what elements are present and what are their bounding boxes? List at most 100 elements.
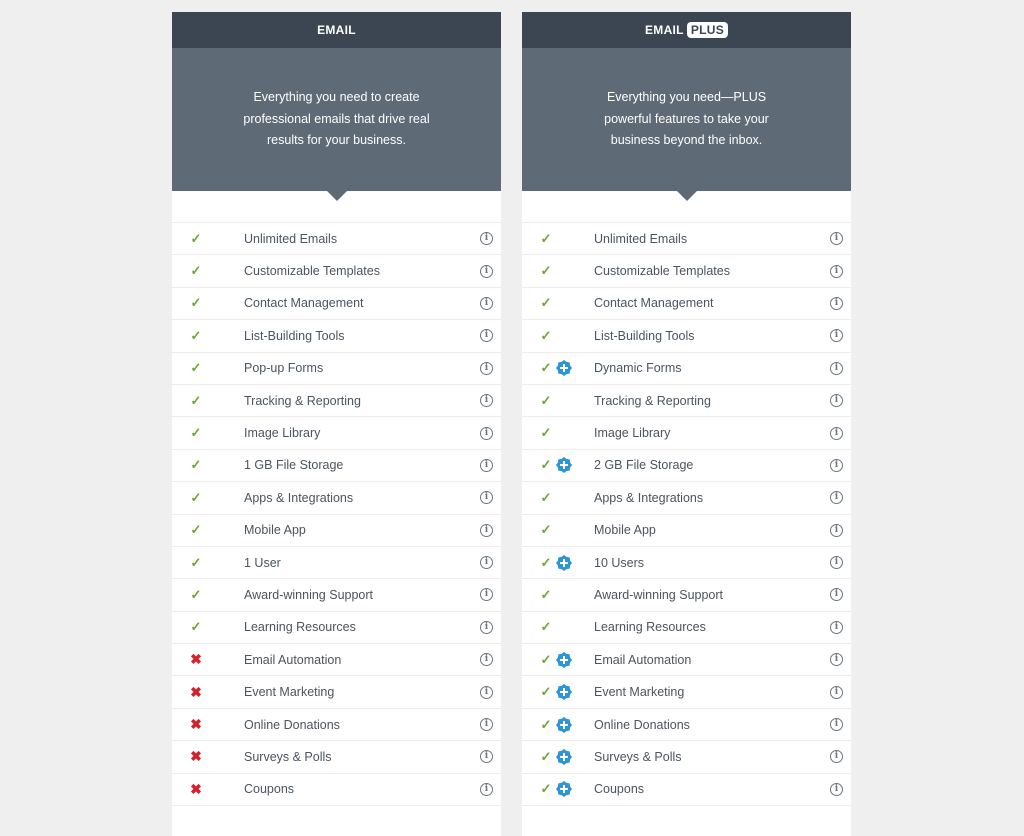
feature-label: Dynamic Forms (594, 361, 682, 376)
info-icon[interactable]: i (480, 458, 493, 472)
info-icon[interactable]: i (480, 296, 493, 310)
plus-feature-icon (556, 781, 572, 798)
feature-label: Email Automation (244, 652, 342, 667)
check-icon: ✓ (540, 651, 552, 667)
feature-row: ✓ Customizable Templates i (522, 255, 851, 288)
feature-list: ✓ Unlimited Emails i ✓ Customizable Template… (522, 222, 851, 807)
info-icon[interactable]: i (480, 718, 493, 732)
feature-label: Customizable Templates (244, 264, 380, 279)
info-icon[interactable]: i (480, 620, 493, 634)
check-icon: ✓ (540, 781, 552, 797)
check-icon: ✓ (190, 230, 202, 246)
check-icon: ✓ (540, 554, 552, 570)
plan-name: EMAIL (317, 23, 356, 37)
info-icon[interactable]: i (830, 329, 843, 343)
info-icon[interactable]: i (830, 620, 843, 634)
feature-label: Mobile App (594, 523, 656, 538)
info-icon[interactable]: i (830, 394, 843, 408)
plus-feature-icon (556, 716, 572, 733)
info-icon[interactable]: i (480, 653, 493, 667)
info-icon[interactable]: i (480, 232, 493, 246)
plan-description: Everything you need—PLUS powerful featur… (522, 48, 851, 201)
info-icon[interactable]: i (830, 426, 843, 440)
info-icon[interactable]: i (830, 685, 843, 699)
feature-label: Email Automation (594, 652, 692, 667)
feature-label: Tracking & Reporting (244, 393, 361, 408)
plus-feature-icon (556, 651, 572, 668)
check-icon: ✓ (540, 586, 552, 602)
plan-header: EMAIL (172, 12, 501, 48)
info-icon[interactable]: i (480, 556, 493, 570)
check-icon: ✓ (540, 392, 552, 408)
feature-row: ✓ Dynamic Forms i (522, 353, 851, 385)
info-icon[interactable]: i (830, 296, 843, 310)
info-icon[interactable]: i (830, 264, 843, 278)
info-icon[interactable]: i (480, 329, 493, 343)
info-icon[interactable]: i (480, 588, 493, 602)
feature-row: ✓ Tracking & Reporting i (172, 385, 501, 418)
info-icon[interactable]: i (480, 264, 493, 278)
check-icon: ✓ (190, 295, 202, 311)
info-icon[interactable]: i (480, 426, 493, 440)
feature-row: ✓ 10 Users i (522, 547, 851, 580)
feature-label: Online Donations (594, 717, 690, 732)
check-icon: ✓ (190, 360, 202, 376)
info-icon[interactable]: i (830, 458, 843, 472)
check-icon: ✓ (540, 295, 552, 311)
info-icon[interactable]: i (830, 588, 843, 602)
info-icon[interactable]: i (830, 556, 843, 570)
feature-label: List-Building Tools (594, 328, 695, 343)
feature-label: Contact Management (594, 296, 714, 311)
plan-header: EMAIL PLUS (522, 12, 851, 48)
feature-label: Apps & Integrations (244, 490, 354, 505)
plus-feature-icon (556, 554, 572, 571)
feature-row: ✓ Apps & Integrations i (172, 482, 501, 515)
feature-label: Tracking & Reporting (594, 393, 711, 408)
check-icon: ✓ (190, 457, 202, 473)
feature-row: ✓ List-Building Tools i (172, 320, 501, 353)
info-icon[interactable]: i (830, 491, 843, 505)
plan-card-email: EMAIL Everything you need to create prof… (172, 12, 501, 836)
plus-feature-icon (556, 748, 572, 765)
plan-card-email-plus: EMAIL PLUS Everything you need—PLUS powe… (522, 12, 851, 836)
feature-label: Mobile App (244, 523, 306, 538)
cross-icon: ✖ (190, 651, 202, 668)
check-icon: ✓ (540, 360, 552, 376)
feature-row: ✓ Tracking & Reporting i (522, 385, 851, 418)
feature-label: Contact Management (244, 296, 364, 311)
plus-feature-icon (556, 360, 572, 377)
info-icon[interactable]: i (480, 394, 493, 408)
info-icon[interactable]: i (830, 653, 843, 667)
plan-description: Everything you need to create profession… (172, 48, 501, 201)
check-icon: ✓ (190, 586, 202, 602)
feature-label: Event Marketing (244, 685, 335, 700)
check-icon: ✓ (540, 457, 552, 473)
info-icon[interactable]: i (830, 523, 843, 537)
info-icon[interactable]: i (480, 491, 493, 505)
feature-label: Coupons (244, 782, 295, 797)
info-icon[interactable]: i (480, 361, 493, 375)
feature-row: ✖ Event Marketing i (172, 676, 501, 709)
info-icon[interactable]: i (830, 718, 843, 732)
info-icon[interactable]: i (480, 685, 493, 699)
feature-label: Learning Resources (594, 620, 706, 635)
feature-row: ✓ Unlimited Emails i (172, 223, 501, 256)
plus-badge: PLUS (686, 22, 729, 38)
feature-row: ✓ Learning Resources i (172, 612, 501, 645)
info-icon[interactable]: i (480, 523, 493, 537)
feature-row: ✓ Email Automation i (522, 644, 851, 677)
info-icon[interactable]: i (480, 750, 493, 764)
info-icon[interactable]: i (480, 782, 493, 796)
feature-row: ✓ Pop-up Forms i (172, 353, 501, 385)
feature-row: ✓ Contact Management i (522, 288, 851, 321)
info-icon[interactable]: i (830, 782, 843, 796)
info-icon[interactable]: i (830, 232, 843, 246)
info-icon[interactable]: i (830, 361, 843, 375)
info-icon[interactable]: i (830, 750, 843, 764)
feature-row: ✓ 1 GB File Storage i (172, 450, 501, 483)
check-icon: ✓ (540, 716, 552, 732)
feature-row: ✓ Image Library i (522, 417, 851, 450)
check-icon: ✓ (190, 489, 202, 505)
feature-label: 1 User (244, 555, 281, 570)
check-icon: ✓ (190, 522, 202, 538)
